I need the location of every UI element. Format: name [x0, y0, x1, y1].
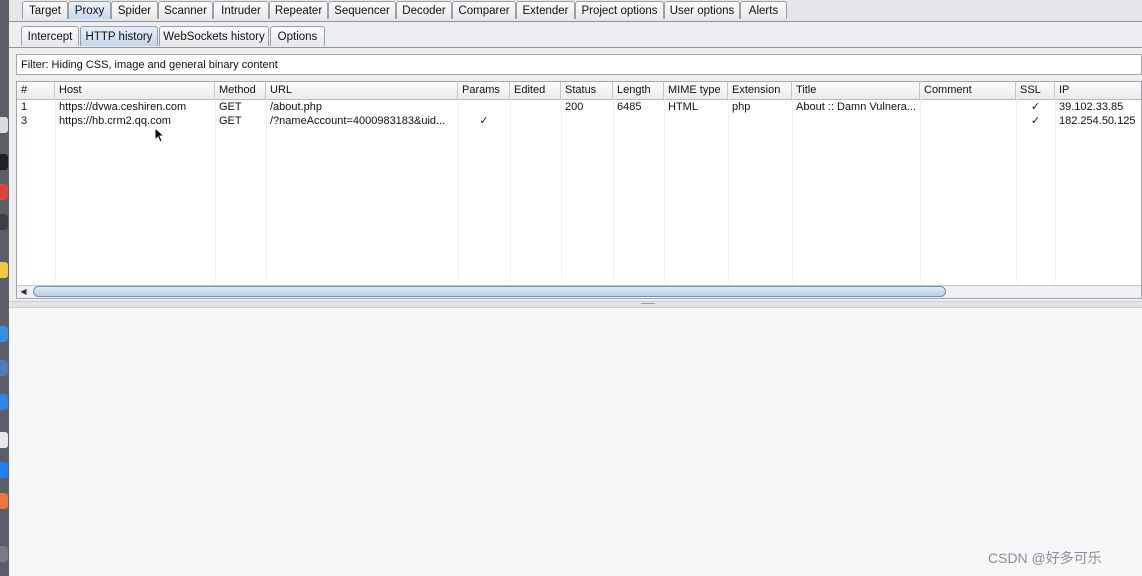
preview-icon[interactable]: [0, 360, 8, 376]
cell-mime-type: HTML: [668, 101, 698, 113]
cell-comment: [920, 114, 1016, 128]
cell-url: /about.php: [270, 101, 322, 113]
scrollbar-thumb[interactable]: [33, 286, 946, 297]
cell-method: GET: [219, 101, 242, 113]
tab-repeater[interactable]: Repeater: [269, 1, 328, 19]
cell-extension: [728, 114, 792, 128]
table-row[interactable]: 3 https://hb.crm2.qq.com GET /?nameAccou…: [17, 114, 1141, 128]
column-header-status[interactable]: Status: [561, 82, 613, 99]
column-header-host[interactable]: Host: [55, 82, 215, 99]
burp-suite-window: Target Proxy Spider Scanner Intruder Rep…: [9, 0, 1142, 576]
main-tab-bar: Target Proxy Spider Scanner Intruder Rep…: [9, 0, 1142, 22]
tab-websockets-history[interactable]: WebSockets history: [159, 26, 269, 46]
column-header-edited[interactable]: Edited: [510, 82, 561, 99]
cell-extension: php: [732, 101, 751, 113]
tab-sequencer[interactable]: Sequencer: [328, 1, 396, 19]
mouse-cursor-icon: [154, 127, 164, 143]
notes-icon[interactable]: [0, 262, 8, 278]
column-header-ssl[interactable]: SSL: [1016, 82, 1055, 99]
cell-status: [561, 114, 613, 128]
app-red-icon[interactable]: [0, 184, 8, 200]
column-header-ip[interactable]: IP: [1055, 82, 1141, 99]
column-header-params[interactable]: Params: [458, 82, 510, 99]
cell-ssl: ✓: [1030, 115, 1041, 127]
tab-alerts[interactable]: Alerts: [740, 1, 787, 19]
cell-mime-type: [664, 114, 728, 128]
table-header: # Host Method URL Params Edited Status L…: [17, 82, 1141, 100]
tab-project-options[interactable]: Project options: [575, 1, 664, 19]
tab-intercept[interactable]: Intercept: [21, 26, 79, 46]
app-blue-icon[interactable]: [0, 326, 8, 342]
filter-bar[interactable]: Filter: Hiding CSS, image and general bi…: [16, 54, 1142, 75]
os-dock: [0, 0, 9, 576]
tab-comparer[interactable]: Comparer: [452, 1, 516, 19]
app-dark-icon[interactable]: [0, 214, 8, 230]
splitter-grip-icon[interactable]: [641, 303, 655, 304]
cell-edited: [510, 114, 561, 128]
cell-comment: [920, 100, 1016, 114]
column-header-number[interactable]: #: [17, 82, 55, 99]
cell-title: [792, 114, 920, 128]
finder-icon[interactable]: [0, 117, 8, 133]
column-header-length[interactable]: Length: [613, 82, 664, 99]
cell-edited: [510, 100, 561, 114]
request-response-pane: [9, 308, 1142, 576]
cell-status: 200: [565, 101, 584, 113]
cell-params: [458, 100, 510, 114]
table-row[interactable]: 1 https://dvwa.ceshiren.com GET /about.p…: [17, 100, 1141, 114]
column-header-comment[interactable]: Comment: [920, 82, 1016, 99]
terminal-icon[interactable]: [0, 154, 8, 170]
column-header-method[interactable]: Method: [215, 82, 266, 99]
cell-title: About :: Damn Vulnera...: [796, 101, 917, 113]
cell-host: https://dvwa.ceshiren.com: [59, 101, 187, 113]
proxy-subtab-bar: Intercept HTTP history WebSockets histor…: [9, 22, 1142, 48]
cell-ip: 39.102.33.85: [1059, 101, 1124, 113]
cell-length: 6485: [617, 101, 642, 113]
cell-host: https://hb.crm2.qq.com: [59, 115, 171, 127]
chat-icon[interactable]: [0, 432, 8, 448]
cell-method: GET: [219, 115, 242, 127]
cell-ip: 182.254.50.125: [1059, 115, 1136, 127]
tab-options[interactable]: Options: [270, 26, 325, 46]
tab-spider[interactable]: Spider: [111, 1, 158, 19]
pane-splitter[interactable]: [9, 301, 1142, 308]
app-orange-icon[interactable]: [0, 493, 8, 509]
tab-extender[interactable]: Extender: [516, 1, 575, 19]
tab-intruder[interactable]: Intruder: [213, 1, 269, 19]
tab-proxy[interactable]: Proxy: [68, 1, 111, 19]
tab-http-history[interactable]: HTTP history: [80, 26, 158, 46]
scroll-left-arrow-icon[interactable]: ◀: [18, 287, 29, 297]
http-history-table: # Host Method URL Params Edited Status L…: [16, 81, 1142, 299]
watermark: CSDN @好多可乐: [988, 550, 1102, 566]
column-header-mime-type[interactable]: MIME type: [664, 82, 728, 99]
tab-decoder[interactable]: Decoder: [396, 1, 452, 19]
tab-user-options[interactable]: User options: [664, 1, 740, 19]
cell-number: 3: [21, 115, 28, 127]
tab-scanner[interactable]: Scanner: [158, 1, 213, 19]
cell-params: ✓: [479, 115, 489, 127]
column-header-url[interactable]: URL: [266, 82, 458, 99]
cell-ssl: ✓: [1030, 101, 1041, 113]
horizontal-scrollbar[interactable]: ◀: [17, 285, 1141, 298]
qq-icon[interactable]: [0, 462, 8, 478]
tab-target[interactable]: Target: [22, 1, 68, 19]
column-header-extension[interactable]: Extension: [728, 82, 792, 99]
app-arrow-icon[interactable]: [0, 394, 8, 410]
cell-length: [613, 114, 664, 128]
column-header-title[interactable]: Title: [792, 82, 920, 99]
cell-url: /?nameAccount=4000983183&uid...: [270, 115, 446, 127]
trash-icon[interactable]: [0, 546, 8, 562]
cell-number: 1: [21, 101, 28, 113]
